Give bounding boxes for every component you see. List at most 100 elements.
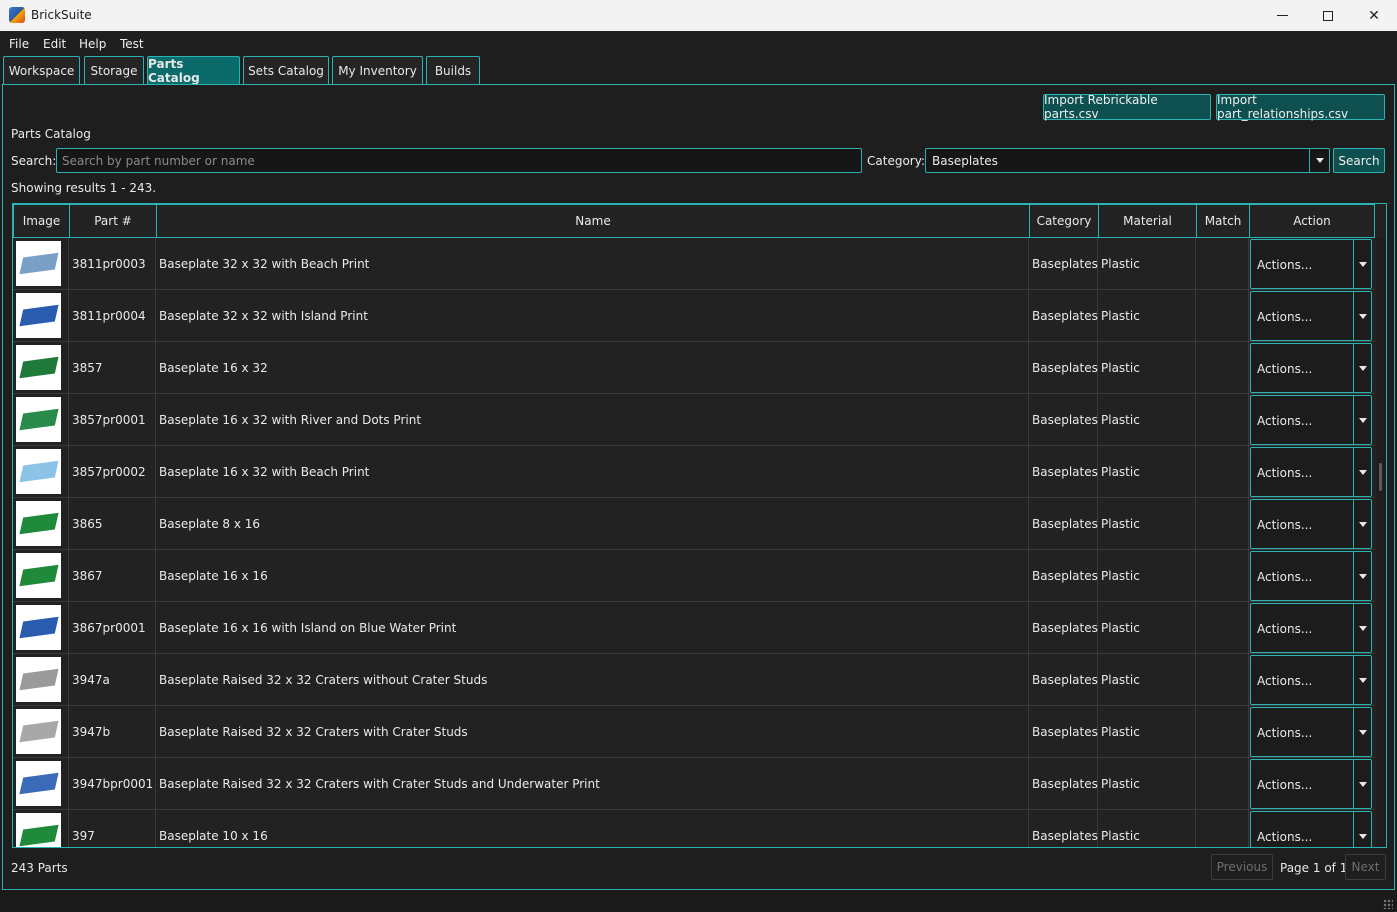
tab-parts-catalog[interactable]: Parts Catalog bbox=[147, 56, 240, 85]
actions-divider bbox=[1353, 396, 1354, 444]
maximize-button[interactable] bbox=[1305, 0, 1351, 31]
chevron-down-icon[interactable] bbox=[1359, 678, 1367, 683]
actions-divider bbox=[1353, 812, 1354, 847]
chevron-down-icon[interactable] bbox=[1359, 418, 1367, 423]
match-cell bbox=[1196, 758, 1249, 810]
chevron-down-icon[interactable] bbox=[1359, 626, 1367, 631]
tab-storage[interactable]: Storage bbox=[84, 56, 144, 84]
chevron-down-icon[interactable] bbox=[1359, 262, 1367, 267]
menu-help[interactable]: Help bbox=[79, 37, 106, 51]
tab-workspace[interactable]: Workspace bbox=[3, 56, 80, 84]
table-row[interactable]: 3867 Baseplate 16 x 16 Baseplates Plasti… bbox=[13, 550, 1375, 602]
material-cell: Plastic bbox=[1098, 498, 1196, 550]
col-name[interactable]: Name bbox=[156, 204, 1030, 238]
tab-my-inventory[interactable]: My Inventory bbox=[332, 56, 423, 84]
actions-dropdown[interactable]: Actions... bbox=[1250, 655, 1372, 705]
col-image[interactable]: Image bbox=[13, 204, 70, 238]
match-cell bbox=[1196, 602, 1249, 654]
part-thumbnail bbox=[16, 709, 61, 754]
menu-bar: File Edit Help Test bbox=[0, 31, 1397, 55]
actions-divider bbox=[1353, 344, 1354, 392]
material-cell: Plastic bbox=[1098, 602, 1196, 654]
scrollbar-thumb[interactable] bbox=[1379, 463, 1382, 491]
table-row[interactable]: 3811pr0003 Baseplate 32 x 32 with Beach … bbox=[13, 238, 1375, 290]
parts-catalog-panel: Import Rebrickable parts.csv Import part… bbox=[2, 84, 1395, 890]
import-relationships-button[interactable]: Import part_relationships.csv bbox=[1216, 93, 1385, 121]
material-cell: Plastic bbox=[1098, 446, 1196, 498]
menu-test[interactable]: Test bbox=[120, 37, 144, 51]
category-select[interactable]: Baseplates bbox=[925, 148, 1330, 173]
next-button[interactable]: Next bbox=[1345, 854, 1386, 880]
category-dropdown-button[interactable] bbox=[1309, 149, 1329, 172]
col-part-number[interactable]: Part # bbox=[69, 204, 157, 238]
match-cell bbox=[1196, 394, 1249, 446]
part-number-cell: 3865 bbox=[69, 498, 156, 550]
actions-dropdown[interactable]: Actions... bbox=[1250, 707, 1372, 757]
page-indicator: Page 1 of 1 bbox=[1280, 861, 1348, 875]
actions-dropdown[interactable]: Actions... bbox=[1250, 603, 1372, 653]
table-row[interactable]: 3947b Baseplate Raised 32 x 32 Craters w… bbox=[13, 706, 1375, 758]
actions-divider bbox=[1353, 708, 1354, 756]
tab-builds[interactable]: Builds bbox=[426, 56, 480, 84]
actions-dropdown[interactable]: Actions... bbox=[1250, 395, 1372, 445]
menu-edit[interactable]: Edit bbox=[43, 37, 66, 51]
search-label: Search: bbox=[11, 154, 57, 168]
table-row[interactable]: 3857pr0002 Baseplate 16 x 32 with Beach … bbox=[13, 446, 1375, 498]
table-row[interactable]: 3947a Baseplate Raised 32 x 32 Craters w… bbox=[13, 654, 1375, 706]
chevron-down-icon[interactable] bbox=[1359, 730, 1367, 735]
table-row[interactable]: 3857pr0001 Baseplate 16 x 32 with River … bbox=[13, 394, 1375, 446]
actions-divider bbox=[1353, 656, 1354, 704]
actions-divider bbox=[1353, 292, 1354, 340]
table-row[interactable]: 3857 Baseplate 16 x 32 Baseplates Plasti… bbox=[13, 342, 1375, 394]
col-action[interactable]: Action bbox=[1249, 204, 1375, 238]
match-cell bbox=[1196, 238, 1249, 290]
actions-dropdown[interactable]: Actions... bbox=[1250, 811, 1372, 847]
actions-dropdown[interactable]: Actions... bbox=[1250, 239, 1372, 289]
close-button[interactable]: ✕ bbox=[1351, 0, 1397, 31]
baseplate-image-icon bbox=[19, 408, 59, 431]
col-match[interactable]: Match bbox=[1196, 204, 1250, 238]
col-material[interactable]: Material bbox=[1098, 204, 1197, 238]
col-category[interactable]: Category bbox=[1029, 204, 1099, 238]
table-row[interactable]: 397 Baseplate 10 x 16 Baseplates Plastic… bbox=[13, 810, 1375, 847]
import-parts-button[interactable]: Import Rebrickable parts.csv bbox=[1043, 93, 1211, 121]
category-cell: Baseplates bbox=[1029, 810, 1098, 847]
name-cell: Baseplate 16 x 32 bbox=[156, 342, 1029, 394]
results-text: Showing results 1 - 243. bbox=[11, 181, 157, 195]
chevron-down-icon[interactable] bbox=[1359, 574, 1367, 579]
previous-button[interactable]: Previous bbox=[1211, 854, 1273, 880]
material-cell: Plastic bbox=[1098, 550, 1196, 602]
part-number-cell: 3867 bbox=[69, 550, 156, 602]
chevron-down-icon[interactable] bbox=[1359, 314, 1367, 319]
menu-file[interactable]: File bbox=[9, 37, 29, 51]
status-bar bbox=[0, 890, 1397, 912]
part-thumbnail bbox=[16, 761, 61, 806]
chevron-down-icon[interactable] bbox=[1359, 470, 1367, 475]
table-row[interactable]: 3947bpr0001 Baseplate Raised 32 x 32 Cra… bbox=[13, 758, 1375, 810]
table-row[interactable]: 3811pr0004 Baseplate 32 x 32 with Island… bbox=[13, 290, 1375, 342]
actions-dropdown[interactable]: Actions... bbox=[1250, 343, 1372, 393]
actions-dropdown[interactable]: Actions... bbox=[1250, 551, 1372, 601]
search-input[interactable] bbox=[56, 148, 862, 173]
table-row[interactable]: 3865 Baseplate 8 x 16 Baseplates Plastic… bbox=[13, 498, 1375, 550]
name-cell: Baseplate Raised 32 x 32 Craters with Cr… bbox=[156, 758, 1029, 810]
minimize-button[interactable] bbox=[1259, 0, 1305, 31]
part-number-cell: 3947a bbox=[69, 654, 156, 706]
actions-label: Actions... bbox=[1257, 362, 1313, 376]
chevron-down-icon[interactable] bbox=[1359, 522, 1367, 527]
tab-sets-catalog[interactable]: Sets Catalog bbox=[243, 56, 329, 84]
actions-dropdown[interactable]: Actions... bbox=[1250, 499, 1372, 549]
resize-grip-icon[interactable] bbox=[1383, 899, 1393, 909]
table-scrollbar[interactable] bbox=[1376, 238, 1386, 847]
chevron-down-icon[interactable] bbox=[1359, 366, 1367, 371]
part-number-cell: 3857 bbox=[69, 342, 156, 394]
search-button[interactable]: Search bbox=[1333, 148, 1385, 173]
chevron-down-icon[interactable] bbox=[1359, 782, 1367, 787]
actions-dropdown[interactable]: Actions... bbox=[1250, 291, 1372, 341]
chevron-down-icon[interactable] bbox=[1359, 834, 1367, 839]
name-cell: Baseplate 32 x 32 with Beach Print bbox=[156, 238, 1029, 290]
actions-dropdown[interactable]: Actions... bbox=[1250, 447, 1372, 497]
image-cell bbox=[13, 602, 69, 654]
actions-dropdown[interactable]: Actions... bbox=[1250, 759, 1372, 809]
table-row[interactable]: 3867pr0001 Baseplate 16 x 16 with Island… bbox=[13, 602, 1375, 654]
